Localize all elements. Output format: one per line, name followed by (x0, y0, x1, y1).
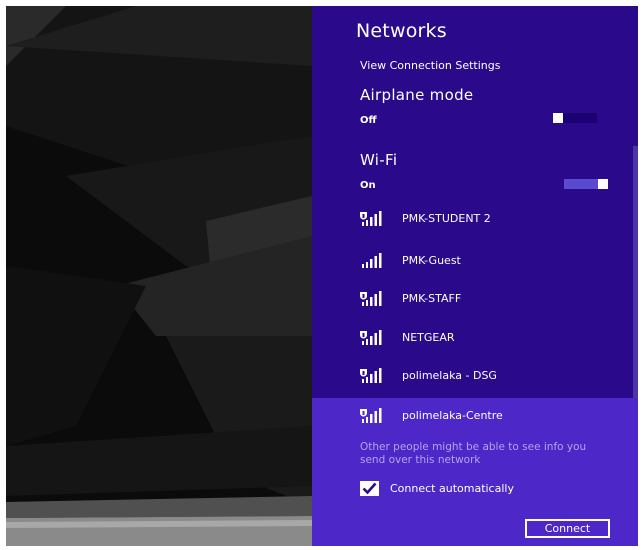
networks-panel: Networks View Connection Settings Airpla… (312, 6, 638, 546)
checkmark-icon (362, 482, 377, 495)
secured-wifi-signal-icon (360, 368, 382, 383)
wifi-state: On (360, 180, 376, 191)
network-name: PMK-STUDENT 2 (402, 212, 491, 225)
secured-wifi-signal-icon (360, 211, 382, 226)
network-name: PMK-STAFF (402, 292, 462, 305)
panel-title: Networks (356, 20, 447, 42)
security-warning-text: Other people might be able to see info y… (360, 441, 587, 466)
secured-wifi-signal-icon (360, 408, 382, 423)
connect-button[interactable]: Connect (525, 519, 610, 538)
connect-automatically-checkbox[interactable] (360, 481, 379, 496)
wifi-heading: Wi-Fi (360, 151, 398, 169)
network-item[interactable]: NETGEAR (312, 319, 633, 357)
desktop-wallpaper (6, 6, 312, 546)
wifi-toggle[interactable] (564, 179, 608, 189)
network-item[interactable]: PMK-STAFF (312, 280, 633, 318)
network-name: polimelaka - DSG (402, 369, 497, 382)
toggle-fill (564, 179, 598, 189)
view-connection-settings-link[interactable]: View Connection Settings (360, 59, 500, 72)
airplane-mode-heading: Airplane mode (360, 86, 474, 104)
network-name: PMK-Guest (402, 254, 461, 267)
wifi-signal-icon (362, 253, 382, 268)
toggle-knob (598, 179, 608, 189)
network-item[interactable]: PMK-Guest (312, 242, 633, 280)
airplane-mode-state: Off (360, 115, 377, 126)
network-item[interactable]: PMK-STUDENT 2 (312, 200, 633, 238)
selected-network-item[interactable]: polimelaka-Centre Other people might be … (312, 398, 638, 546)
screen: Networks View Connection Settings Airpla… (6, 6, 638, 546)
network-item[interactable]: polimelaka - DSG (312, 357, 633, 395)
toggle-knob (553, 113, 563, 123)
secured-wifi-signal-icon (360, 291, 382, 306)
airplane-mode-toggle[interactable] (553, 113, 597, 123)
network-name: NETGEAR (402, 331, 455, 344)
desktop-background (6, 6, 312, 546)
secured-wifi-signal-icon (360, 330, 382, 345)
network-name: polimelaka-Centre (402, 409, 503, 422)
connect-automatically-label: Connect automatically (390, 482, 514, 495)
